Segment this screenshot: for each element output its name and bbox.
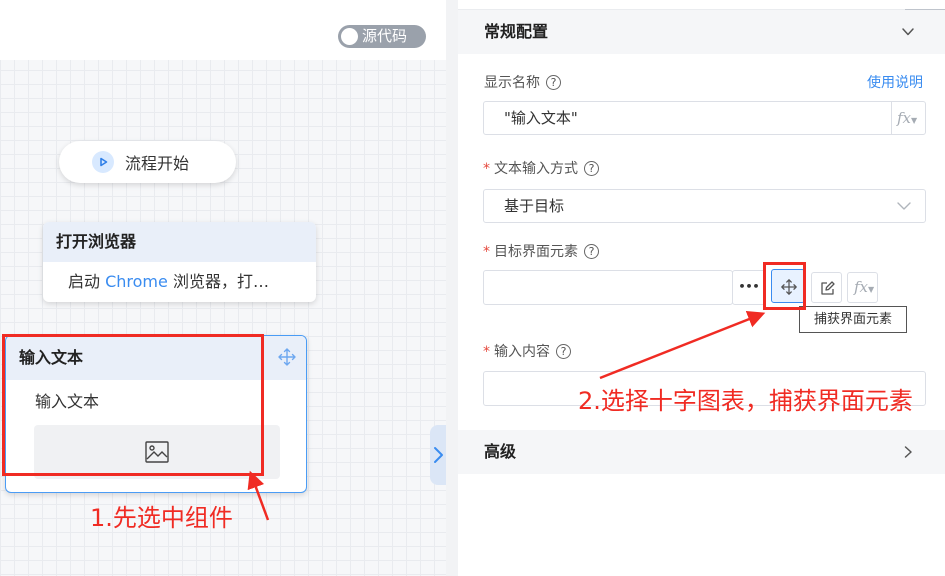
- chevron-right-icon: [904, 446, 912, 458]
- help-link[interactable]: 使用说明: [867, 72, 923, 92]
- node-description: 启动 Chrome 浏览器，打…: [43, 262, 316, 302]
- fx-caret-icon: ▼: [911, 116, 918, 125]
- annotation-box-component: [2, 334, 264, 476]
- annotation-step2: 2.选择十字图表，捕获界面元素: [578, 387, 913, 415]
- help-icon[interactable]: ?: [584, 244, 599, 259]
- fx-divider: [891, 102, 892, 134]
- label-text: 目标界面元素: [494, 244, 578, 260]
- desc-suffix: 浏览器，打…: [167, 272, 269, 291]
- start-node-label: 流程开始: [125, 154, 190, 173]
- help-icon[interactable]: ?: [546, 75, 561, 90]
- input-method-label: * 文本输入方式?: [483, 158, 599, 178]
- required-mark: *: [483, 344, 490, 360]
- source-code-toggle[interactable]: 源代码: [338, 25, 426, 48]
- help-icon[interactable]: ?: [584, 161, 599, 176]
- general-config-section[interactable]: 常规配置: [458, 10, 945, 54]
- toggle-label: 源代码: [362, 27, 408, 45]
- panel-top-edge: [458, 0, 945, 10]
- open-browser-node[interactable]: 打开浏览器 启动 Chrome 浏览器，打…: [43, 222, 316, 302]
- target-element-label: * 目标界面元素?: [483, 241, 599, 261]
- chevron-down-icon: [902, 28, 914, 36]
- fx-button[interactable]: fx▼: [897, 102, 917, 137]
- move-icon[interactable]: [277, 347, 297, 371]
- input-method-select[interactable]: 基于目标: [483, 189, 926, 223]
- properties-panel: 常规配置 显示名称? 使用说明 "输入文本" fx▼ * 文本输入方式? 基于目标…: [458, 0, 945, 576]
- input-content-label: * 输入内容?: [483, 341, 571, 361]
- advanced-section[interactable]: 高级: [458, 430, 945, 474]
- fx-text: fx: [897, 109, 912, 127]
- annotation-box-capture: [763, 262, 806, 310]
- panel-collapse-tab[interactable]: [430, 425, 446, 485]
- fx-label: fx▼: [854, 278, 874, 296]
- input-method-value: 基于目标: [504, 197, 565, 215]
- edit-icon: [821, 281, 835, 295]
- collapse-arrow-icon: [434, 447, 443, 463]
- panel-divider: [446, 0, 458, 576]
- desc-highlight: Chrome: [105, 272, 168, 291]
- required-mark: *: [483, 161, 490, 177]
- label-text: 输入内容: [494, 344, 550, 360]
- target-fx-button[interactable]: fx▼: [847, 272, 878, 303]
- label-text: 文本输入方式: [494, 161, 578, 177]
- fx-text: fx: [854, 278, 869, 296]
- label-text: 显示名称: [484, 75, 540, 91]
- help-icon[interactable]: ?: [556, 344, 571, 359]
- flow-start-node[interactable]: 流程开始: [59, 141, 236, 183]
- more-options-button[interactable]: •••: [732, 270, 766, 305]
- display-name-label: 显示名称?: [484, 72, 561, 92]
- annotation-step1: 1.先选中组件: [90, 504, 233, 532]
- flow-canvas[interactable]: 源代码 流程开始 打开浏览器 启动 Chrome 浏览器，打… 输入文本 输入文…: [0, 0, 446, 576]
- canvas-toolbar: 源代码: [0, 0, 446, 60]
- edit-element-button[interactable]: [811, 272, 842, 303]
- chevron-down-icon: [897, 202, 911, 210]
- desc-prefix: 启动: [68, 272, 106, 291]
- toggle-knob: [341, 28, 358, 45]
- play-icon: [92, 151, 114, 173]
- section-title: 常规配置: [484, 22, 549, 41]
- required-mark: *: [483, 244, 490, 260]
- node-title: 打开浏览器: [43, 222, 316, 262]
- capture-tooltip: 捕获界面元素: [799, 306, 907, 333]
- panel-top-mark: [905, 0, 945, 10]
- display-name-value: "输入文本": [504, 109, 578, 127]
- target-element-input[interactable]: [483, 270, 733, 305]
- section-title: 高级: [484, 442, 517, 461]
- fx-caret-icon: ▼: [868, 285, 875, 294]
- display-name-input[interactable]: "输入文本" fx▼: [483, 101, 926, 135]
